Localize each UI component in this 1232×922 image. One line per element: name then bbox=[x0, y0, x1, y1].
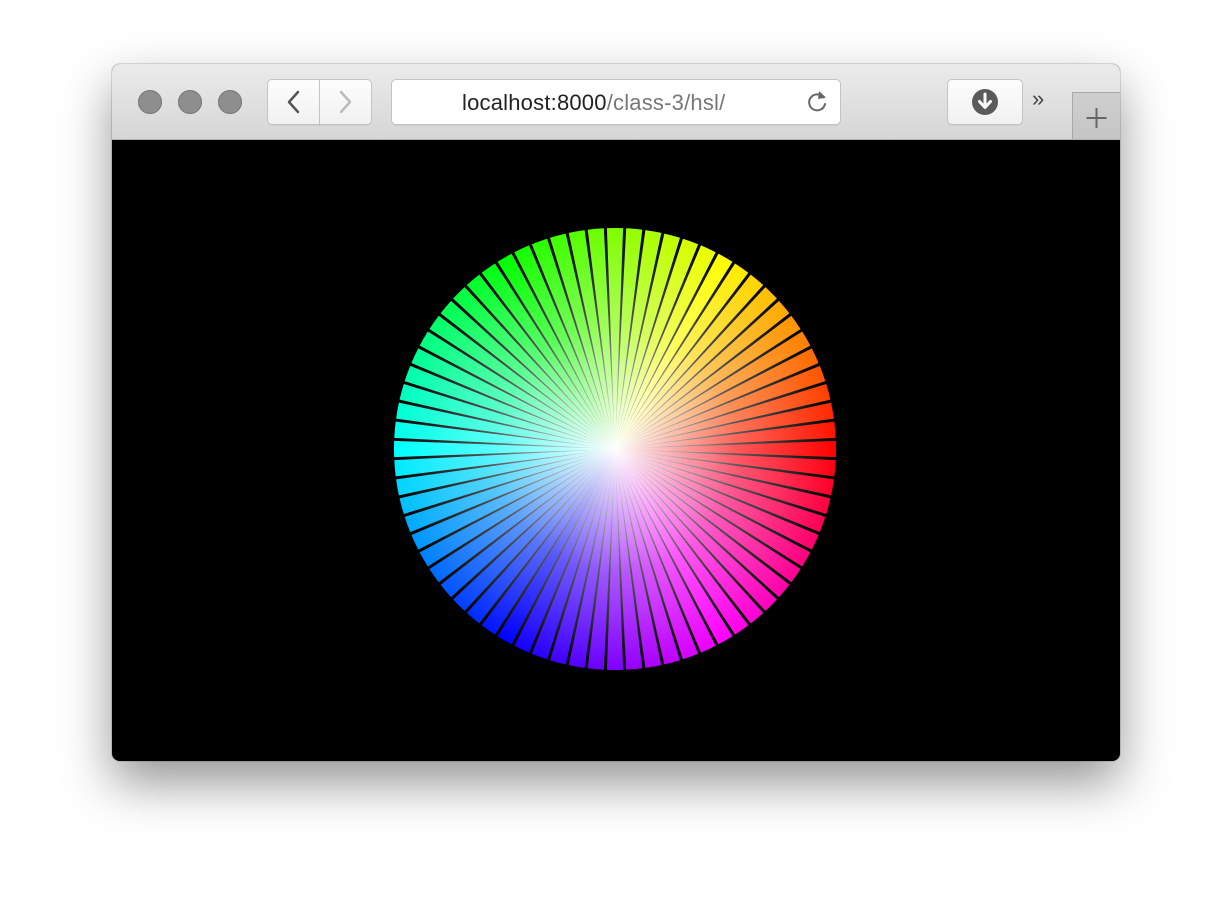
url-path: /class-3/hsl/ bbox=[606, 90, 726, 115]
minimize-window-button[interactable] bbox=[178, 90, 202, 114]
browser-window: localhost:8000/class-3/hsl/ » bbox=[112, 64, 1120, 761]
page-content bbox=[112, 140, 1120, 761]
address-bar[interactable]: localhost:8000/class-3/hsl/ bbox=[391, 79, 841, 125]
browser-toolbar: localhost:8000/class-3/hsl/ » bbox=[112, 64, 1120, 140]
downloads-button[interactable] bbox=[947, 79, 1023, 125]
url-text: localhost:8000/class-3/hsl/ bbox=[462, 90, 725, 116]
close-window-button[interactable] bbox=[138, 90, 162, 114]
chevron-right-icon bbox=[339, 90, 352, 114]
back-button[interactable] bbox=[267, 79, 320, 125]
download-icon bbox=[972, 89, 998, 115]
forward-button[interactable] bbox=[319, 79, 372, 125]
new-tab-button[interactable] bbox=[1072, 92, 1120, 139]
chevron-left-icon bbox=[287, 90, 300, 114]
url-host: localhost:8000 bbox=[462, 90, 607, 115]
lightness-overlay bbox=[394, 228, 836, 670]
plus-icon bbox=[1086, 108, 1107, 128]
hsl-color-wheel bbox=[394, 228, 836, 670]
reload-icon[interactable] bbox=[804, 89, 830, 115]
toolbar-overflow-button[interactable]: » bbox=[1032, 86, 1044, 112]
zoom-window-button[interactable] bbox=[218, 90, 242, 114]
